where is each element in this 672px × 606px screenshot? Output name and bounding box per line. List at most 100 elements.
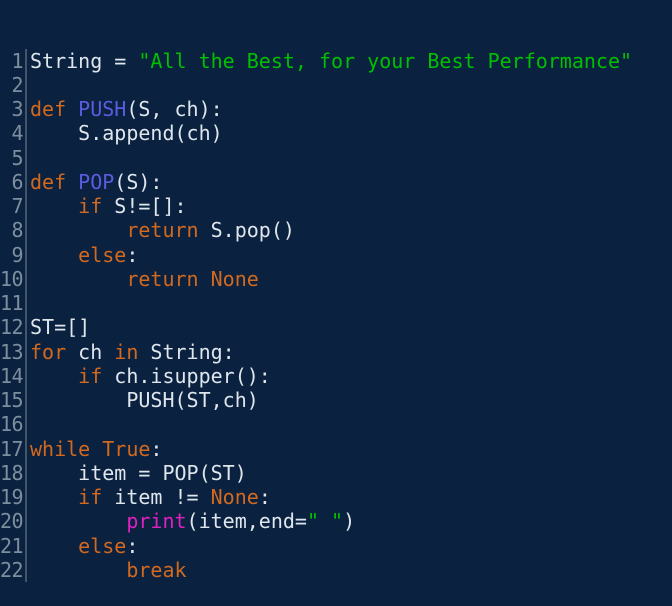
code-token: ch.isupper(): [102,363,271,388]
code-line[interactable]: 2 [0,72,672,97]
code-line[interactable]: 7 if S!=[]: [0,194,672,219]
code-token: String = [30,48,139,73]
code-editor[interactable]: 1 String = "All the Best, for your Best P… [0,0,672,582]
line-number: 10 [0,266,24,291]
code-token: S.append(ch) [30,121,223,146]
line-number: 21 [0,533,24,558]
code-line[interactable]: 18 item = POP(ST) [0,460,672,485]
code-token: for [30,339,67,364]
code-token: : [258,485,271,509]
line-number: 4 [11,121,23,146]
line-number: 1 [11,48,23,73]
line-number: 18 [0,460,24,485]
code-line[interactable]: 15 PUSH(ST,ch) [0,388,672,413]
code-line[interactable]: 6 def POP(S): [0,169,672,194]
code-line[interactable]: 22 break [0,557,672,582]
code-line-text[interactable]: if S!=[]: [27,194,672,218]
code-line[interactable]: 16 [0,412,672,437]
line-number: 11 [0,291,24,315]
code-line-list: 1 String = "All the Best, for your Best P… [0,48,672,582]
code-line[interactable]: 12 ST=[] [0,315,672,340]
code-line[interactable]: 13 for ch in String: [0,339,672,364]
code-line[interactable]: 8 return S.pop() [0,218,672,243]
line-number: 17 [0,436,24,461]
code-token: (item,end= [186,509,307,534]
code-line[interactable]: 11 [0,291,672,316]
code-line-text[interactable]: if item != None: [27,485,672,509]
code-token: def [30,169,79,194]
code-token: break [126,557,187,582]
code-line[interactable]: 14 if ch.isupper(): [0,363,672,388]
line-number: 16 [0,412,24,437]
code-token: ch [66,339,115,364]
code-line[interactable]: 4 S.append(ch) [0,121,672,146]
code-token: ) [343,509,356,534]
code-line-text[interactable]: for ch in String: [27,340,672,364]
code-token: return [126,218,199,243]
code-line[interactable]: 10 return None [0,266,672,291]
gutter-separator [25,291,27,316]
code-token: PUSH [78,97,127,121]
code-line-text[interactable]: print(item,end=" ") [27,509,672,533]
code-line-text[interactable]: def PUSH(S, ch): [27,97,672,121]
line-number: 14 [0,363,24,388]
code-token: in [114,339,139,364]
line-number: 2 [11,72,23,97]
line-number: 8 [11,218,23,243]
code-token: : [126,242,139,267]
code-line-text[interactable]: S.append(ch) [27,121,672,145]
code-token: print [126,509,187,534]
code-line-text[interactable]: def POP(S): [27,170,672,194]
code-line-text[interactable]: if ch.isupper(): [27,364,672,388]
code-line[interactable]: 20 print(item,end=" ") [0,509,672,534]
code-line-text[interactable]: PUSH(ST,ch) [27,388,672,412]
code-line[interactable]: 19 if item != None: [0,485,672,510]
code-token: PUSH(ST,ch) [30,388,259,412]
code-token: return None [126,266,259,291]
code-line-text[interactable]: else: [27,534,672,558]
gutter-separator [25,145,27,170]
code-line[interactable]: 5 [0,145,672,170]
code-token: ST=[] [30,315,91,340]
code-token: (S, ch): [126,97,223,121]
code-token: String: [138,339,235,364]
code-line[interactable]: 3 def PUSH(S, ch): [0,97,672,122]
line-number: 9 [11,242,23,267]
code-line-text[interactable]: item = POP(ST) [27,461,672,485]
code-token: S!=[]: [102,194,187,218]
code-line[interactable]: 1 String = "All the Best, for your Best P… [0,48,672,73]
code-token: else [78,533,127,558]
line-number: 20 [0,509,24,534]
code-line[interactable]: 21 else: [0,533,672,558]
code-token: if [78,194,103,218]
code-token: while True [30,436,151,461]
line-number: 12 [0,315,24,340]
code-line-text[interactable]: return S.pop() [27,218,672,242]
line-number: 22 [0,557,24,582]
code-line-text[interactable]: ST=[] [27,315,672,339]
code-token: (S): [114,169,163,194]
code-token: None [210,485,259,509]
line-number: 7 [11,194,23,218]
code-token: if [78,363,103,388]
code-line-text[interactable]: else: [27,243,672,267]
code-line[interactable]: 9 else: [0,242,672,267]
code-line-text[interactable]: String = "All the Best, for your Best Pe… [27,49,672,73]
code-token: : [126,533,139,558]
code-token: S.pop() [198,218,295,243]
code-line-text[interactable]: return None [27,267,672,291]
code-line-text[interactable]: while True: [27,437,672,461]
code-token: POP [78,169,115,194]
line-number: 3 [11,97,23,121]
gutter-separator [25,412,27,437]
line-number: 19 [0,485,24,509]
code-line-text[interactable]: break [27,558,672,582]
code-line[interactable]: 17 while True: [0,436,672,461]
